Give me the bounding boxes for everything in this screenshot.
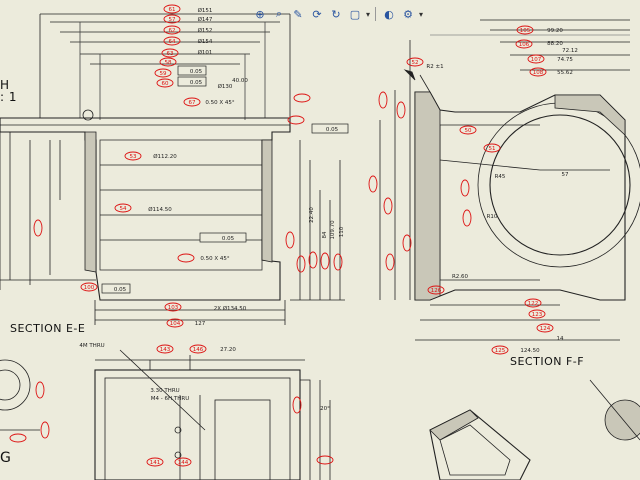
balloon-number: 122 — [528, 301, 539, 307]
balloon-number: 51 — [489, 146, 496, 152]
balloon-number: 52 — [412, 60, 419, 66]
dim-text: 110 — [339, 226, 345, 237]
dim-text: 99.20 — [547, 28, 563, 34]
dim-text: 27.20 — [220, 347, 236, 353]
balloon-number: 126 — [431, 288, 442, 294]
balloon-number: 62 — [169, 28, 176, 34]
dim-text: 88.20 — [547, 41, 563, 47]
dim-text: Ø114.50 — [148, 206, 172, 213]
dim-text: 124.50 — [520, 348, 540, 354]
dim-text: Ø151 — [198, 7, 213, 14]
balloon-number: 125 — [495, 348, 506, 354]
zoom-to-area-icon[interactable]: ⌕ — [271, 6, 287, 22]
dim-text: 0.50 X 45° — [205, 100, 235, 106]
dim-text: 72.12 — [562, 48, 578, 54]
tolerance-value: 0.05 — [114, 287, 127, 293]
tolerance-value: 0.05 — [326, 127, 339, 133]
balloon-number: 63 — [167, 51, 174, 57]
dim-text: 84 — [322, 231, 328, 238]
display-style-icon[interactable]: ◐ — [381, 6, 397, 22]
section-e-e-label: SECTION E-E — [10, 322, 86, 335]
toolbar-divider — [375, 7, 377, 21]
view-settings-icon[interactable]: ⚙ — [400, 6, 416, 22]
dim-text: M4 - 6H THRU — [151, 396, 189, 402]
balloon-number: 58 — [165, 60, 172, 66]
heads-up-view-toolbar: ⊕ ⌕ ✎ ⟳ ↻ ▢ ▾ ◐ ⚙ ▾ — [252, 4, 423, 24]
balloon-number: 103 — [168, 305, 179, 311]
dim-text: Ø152 — [198, 27, 213, 34]
balloon-number: 143 — [160, 347, 171, 353]
view-scale: : 1 — [0, 90, 17, 104]
dim-text: Ø154 — [198, 38, 213, 45]
balloon-number: 59 — [160, 71, 167, 77]
balloon-number: 108 — [533, 70, 544, 76]
dim-text: R2 ±1 — [426, 64, 443, 70]
dim-text: 20° — [320, 406, 330, 412]
tolerance-value: 0.05 — [222, 236, 235, 242]
dim-text: 57 — [562, 172, 569, 178]
dim-text: 55.62 — [557, 70, 573, 76]
balloon-number: 144 — [178, 460, 189, 466]
balloon-number: 106 — [519, 42, 530, 48]
dim-text: Ø130 — [218, 83, 233, 90]
balloon-number: 124 — [540, 326, 551, 332]
balloon-number: 53 — [130, 154, 137, 160]
dim-text: 0.50 X 45° — [200, 256, 230, 262]
balloon-number: 54 — [120, 206, 127, 212]
dim-text: Ø112.20 — [153, 153, 177, 160]
dim-text: R10 — [487, 214, 498, 220]
dim-text: 127 — [195, 321, 206, 327]
balloon-number: 61 — [169, 7, 176, 13]
balloon-number: 50 — [465, 128, 472, 134]
chevron-down-icon[interactable]: ▾ — [366, 10, 370, 19]
balloon-number: 141 — [150, 460, 161, 466]
dim-text: 4M THRU — [79, 343, 104, 349]
dim-text: Ø147 — [198, 16, 213, 23]
balloon-number: 60 — [162, 81, 169, 87]
balloon-number: 104 — [170, 321, 181, 327]
balloon-number: 123 — [532, 312, 543, 318]
dim-text: Ø101 — [198, 49, 213, 56]
rebuild-icon[interactable]: ↻ — [328, 6, 344, 22]
dim-text: 109.70 — [330, 220, 336, 240]
balloon-number: 100 — [84, 285, 95, 291]
dim-text: 22.40 — [309, 207, 315, 223]
balloon-number: 105 — [520, 28, 531, 34]
section-f-f-label: SECTION F-F — [510, 355, 585, 368]
zoom-to-fit-icon[interactable]: ⊕ — [252, 6, 268, 22]
chevron-down-icon[interactable]: ▾ — [419, 10, 423, 19]
dim-text: 14 — [557, 336, 564, 342]
drawing-sheet[interactable]: 61 57 62 64 63 58 59 60 67 53 54 100 103… — [0, 0, 640, 480]
balloon-number: 107 — [531, 57, 542, 63]
balloon-number: 64 — [169, 39, 176, 45]
balloon-number: 67 — [189, 100, 196, 106]
dim-text: R45 — [495, 174, 506, 180]
balloon-number: 57 — [169, 17, 176, 23]
balloon-number: 146 — [193, 347, 204, 353]
rotate-view-icon[interactable]: ⟳ — [309, 6, 325, 22]
dim-text: 40.00 — [232, 78, 248, 84]
tolerance-value: 0.05 — [190, 69, 203, 75]
sketch-icon[interactable]: ✎ — [290, 6, 306, 22]
dim-text: R2.60 — [452, 274, 469, 280]
dim-text: 74.75 — [557, 57, 573, 63]
dim-text: 2X Ø134.50 — [214, 305, 247, 312]
dim-text: 3.30 THRU — [150, 388, 179, 394]
view-orientation-icon[interactable]: ▢ — [347, 6, 363, 22]
view-letter-g: G — [0, 450, 12, 466]
tolerance-value: 0.05 — [190, 80, 203, 86]
